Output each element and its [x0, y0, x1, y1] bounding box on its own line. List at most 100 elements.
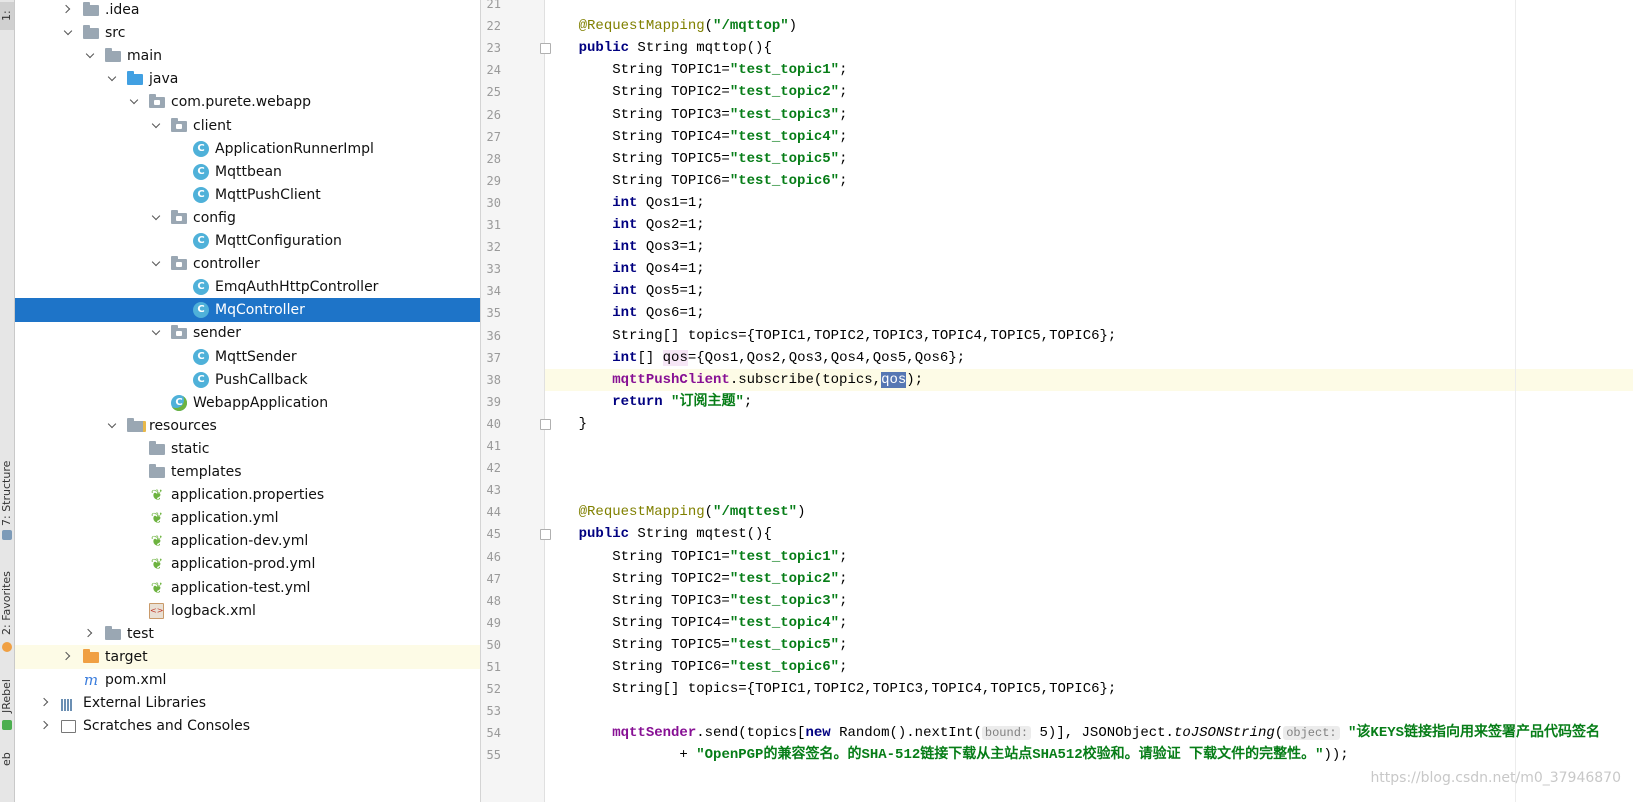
tree-row[interactable]: src: [15, 21, 480, 45]
favorites-tool-tab[interactable]: 2: Favorites: [0, 568, 14, 638]
tree-row[interactable]: static: [15, 437, 480, 461]
code-line[interactable]: + "OpenPGP的兼容签名。的SHA-512链接下载从主站点SHA512校验…: [545, 744, 1633, 766]
tree-row[interactable]: <> logback.xml: [15, 599, 480, 623]
tree-row[interactable]: m pom.xml: [15, 668, 480, 692]
library-bar: [70, 699, 72, 711]
chevron-down-icon[interactable]: [151, 212, 161, 222]
code-line[interactable]: int Qos6=1;: [545, 302, 1633, 324]
tree-row[interactable]: ❦ application.properties: [15, 483, 480, 507]
code-line[interactable]: String TOPIC4="test_topic4";: [545, 126, 1633, 148]
chevron-right-icon[interactable]: [63, 4, 73, 14]
tree-row[interactable]: target: [15, 644, 480, 669]
tree-row[interactable]: ❦ application-prod.yml: [15, 552, 480, 576]
tree-row[interactable]: ❦ application.yml: [15, 506, 480, 530]
chevron-down-icon[interactable]: [85, 50, 95, 60]
tree-row[interactable]: Scratches and Consoles: [15, 714, 480, 738]
chevron-down-icon[interactable]: [63, 27, 73, 37]
code-line[interactable]: [545, 0, 1633, 15]
code-line[interactable]: String TOPIC3="test_topic3";: [545, 104, 1633, 126]
code-line[interactable]: [545, 435, 1633, 457]
chevron-down-icon[interactable]: [129, 96, 139, 106]
tree-row[interactable]: sender: [15, 321, 480, 345]
code-line[interactable]: String TOPIC1="test_topic1";: [545, 59, 1633, 81]
code-line[interactable]: String TOPIC6="test_topic6";: [545, 656, 1633, 678]
chevron-down-icon[interactable]: [151, 120, 161, 130]
web-tool-tab[interactable]: eb: [0, 744, 14, 774]
code-line[interactable]: int Qos1=1;: [545, 192, 1633, 214]
tree-row[interactable]: resources: [15, 414, 480, 438]
tree-row[interactable]: controller: [15, 252, 480, 276]
tree-row[interactable]: C MqttConfiguration: [15, 229, 480, 253]
code-line[interactable]: int Qos4=1;: [545, 258, 1633, 280]
code-line[interactable]: String TOPIC2="test_topic2";: [545, 81, 1633, 103]
chevron-right-icon[interactable]: [41, 697, 51, 707]
tree-row[interactable]: External Libraries: [15, 691, 480, 715]
code-line[interactable]: String TOPIC1="test_topic1";: [545, 546, 1633, 568]
chevron-right-icon[interactable]: [41, 720, 51, 730]
code-token: String TOPIC4=: [545, 128, 730, 145]
tree-row[interactable]: test: [15, 622, 480, 646]
code-line[interactable]: String TOPIC5="test_topic5";: [545, 148, 1633, 170]
code-line[interactable]: @RequestMapping("/mqttest"): [545, 501, 1633, 523]
code-line[interactable]: int Qos3=1;: [545, 236, 1633, 258]
tree-row[interactable]: ❦ application-dev.yml: [15, 529, 480, 553]
spring-config-icon: ❦: [150, 486, 164, 505]
code-line[interactable]: String[] topics={TOPIC1,TOPIC2,TOPIC3,TO…: [545, 325, 1633, 347]
tree-row[interactable]: C MqController: [15, 298, 480, 323]
code-line[interactable]: int Qos2=1;: [545, 214, 1633, 236]
tree-row[interactable]: com.purete.webapp: [15, 90, 480, 114]
tree-row[interactable]: C Mqttbean: [15, 160, 480, 184]
line-number: 39: [486, 394, 501, 409]
tree-row[interactable]: C WebappApplication: [15, 391, 480, 415]
tree-row[interactable]: C EmqAuthHttpController: [15, 275, 480, 299]
code-line[interactable]: String TOPIC6="test_topic6";: [545, 170, 1633, 192]
chevron-down-icon[interactable]: [107, 73, 117, 83]
project-tool-tab[interactable]: 1:: [0, 2, 14, 30]
code-line[interactable]: public String mqttop(){: [545, 37, 1633, 59]
code-line[interactable]: String TOPIC5="test_topic5";: [545, 634, 1633, 656]
code-token: toJSONString: [1173, 725, 1275, 742]
tree-row[interactable]: C PushCallback: [15, 368, 480, 392]
chevron-down-icon[interactable]: [107, 420, 117, 430]
code-line[interactable]: [545, 479, 1633, 501]
package-icon: [171, 117, 187, 132]
code-line[interactable]: }: [545, 413, 1633, 435]
tree-row[interactable]: client: [15, 114, 480, 138]
tree-row[interactable]: templates: [15, 460, 480, 484]
code-line[interactable]: return "订阅主题";: [545, 391, 1633, 413]
tree-row[interactable]: .idea: [15, 0, 480, 22]
chevron-down-icon[interactable]: [151, 327, 161, 337]
code-token: "test_topic4": [729, 614, 840, 631]
code-line[interactable]: [545, 700, 1633, 722]
code-line[interactable]: int[] qos={Qos1,Qos2,Qos3,Qos4,Qos5,Qos6…: [545, 347, 1633, 369]
chevron-right-icon[interactable]: [63, 651, 73, 661]
code-line[interactable]: @RequestMapping("/mqttop"): [545, 15, 1633, 37]
tree-row[interactable]: main: [15, 44, 480, 68]
code-line[interactable]: mqttPushClient.subscribe(topics,qos);: [545, 368, 1633, 391]
tree-row[interactable]: C MqttSender: [15, 345, 480, 369]
code-editor[interactable]: @RequestMapping("/mqttop") public String…: [545, 0, 1633, 802]
code-line[interactable]: mqttSender.send(topics[new Random().next…: [545, 722, 1633, 744]
tree-row[interactable]: java: [15, 67, 480, 91]
tree-row[interactable]: ❦ application-test.yml: [15, 576, 480, 600]
code-line[interactable]: String TOPIC2="test_topic2";: [545, 568, 1633, 590]
structure-tool-tab[interactable]: 7: Structure: [0, 458, 14, 528]
jrebel-tool-tab[interactable]: JRebel: [0, 676, 14, 716]
code-token: []: [637, 349, 663, 366]
code-line[interactable]: public String mqtest(){: [545, 523, 1633, 545]
code-token: String TOPIC4=: [545, 614, 730, 631]
code-line[interactable]: [545, 457, 1633, 479]
tree-row[interactable]: C MqttPushClient: [15, 183, 480, 207]
code-token: "OpenPGP的兼容签名。的SHA-512链接下载从主站点SHA512校验和。…: [696, 747, 1324, 764]
tree-row[interactable]: config: [15, 206, 480, 230]
code-line[interactable]: int Qos5=1;: [545, 280, 1633, 302]
chevron-down-icon[interactable]: [151, 258, 161, 268]
code-line[interactable]: String TOPIC4="test_topic4";: [545, 612, 1633, 634]
tree-row[interactable]: C ApplicationRunnerImpl: [15, 137, 480, 161]
code-line[interactable]: String[] topics={TOPIC1,TOPIC2,TOPIC3,TO…: [545, 678, 1633, 700]
chevron-right-icon[interactable]: [85, 628, 95, 638]
code-line[interactable]: String TOPIC3="test_topic3";: [545, 590, 1633, 612]
